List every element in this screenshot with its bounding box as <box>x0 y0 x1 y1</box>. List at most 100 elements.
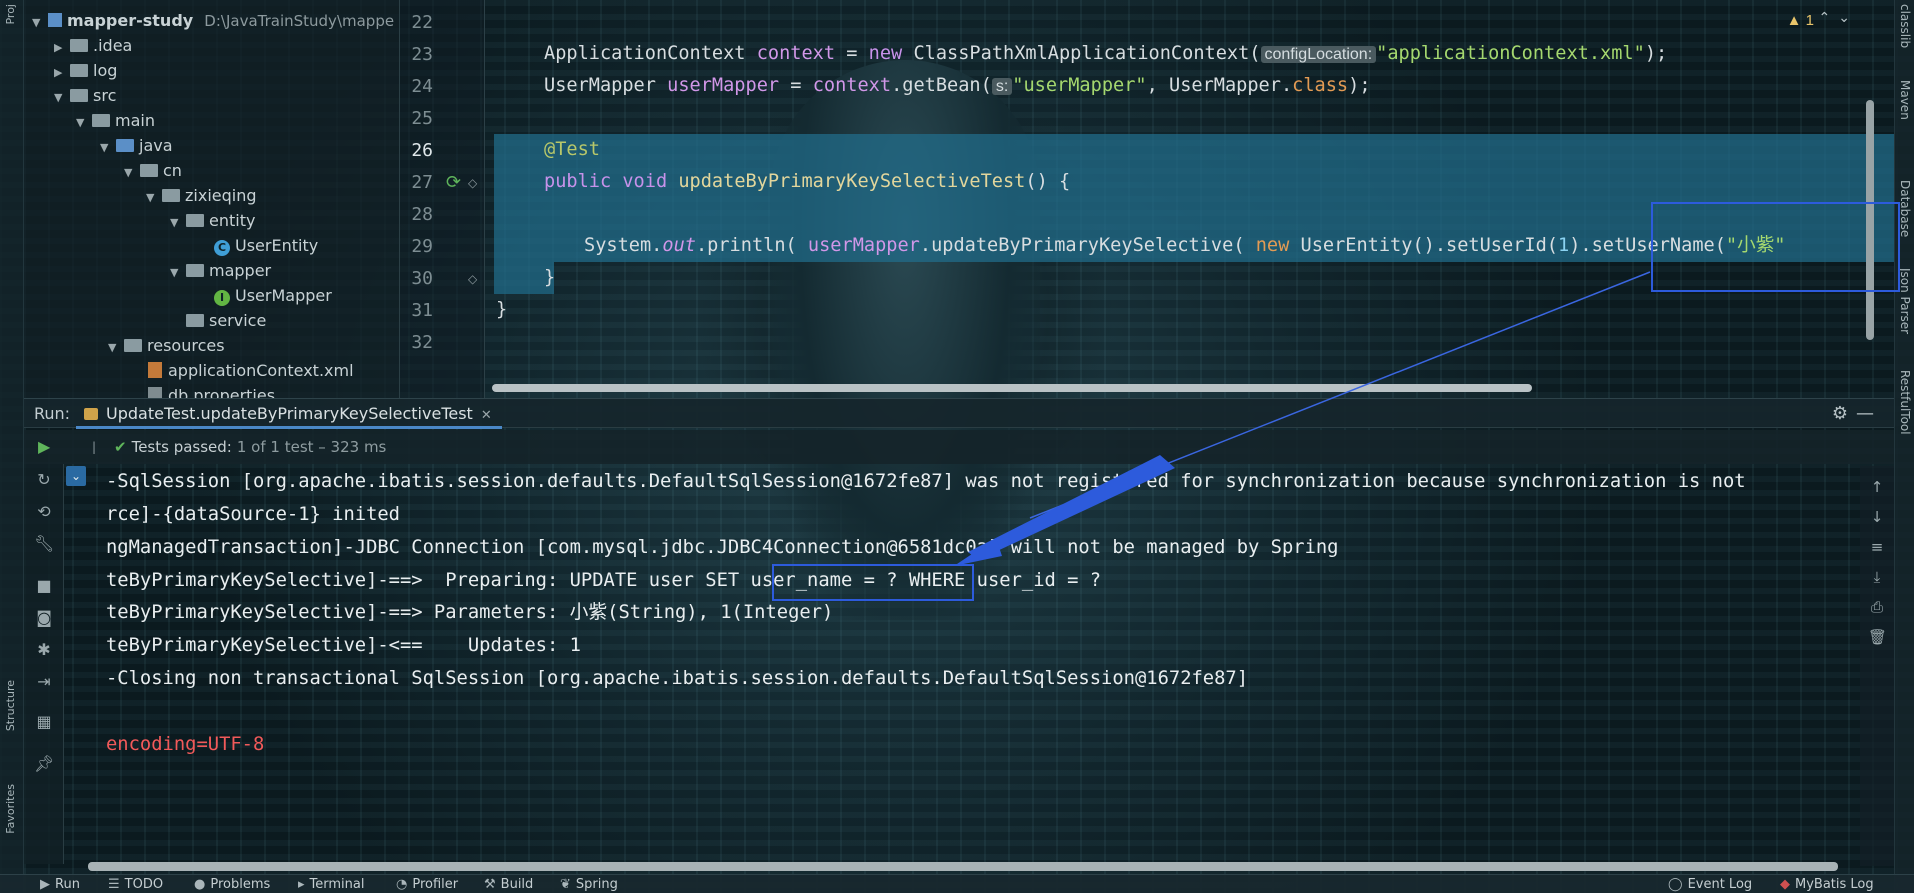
rerun-icon[interactable]: ▶ <box>38 430 50 464</box>
classlib-tool-button[interactable]: classlib <box>1898 4 1912 48</box>
run-test-gutter-icon[interactable]: ⟳ <box>446 172 461 193</box>
rerun-failed-icon[interactable]: ↻ <box>34 470 54 490</box>
chevron-down-icon[interactable]: ⌄ <box>1838 10 1858 26</box>
console-horizontal-scrollbar[interactable] <box>88 862 1838 871</box>
tree-row-zixieqing[interactable]: ▼ zixieqing <box>146 184 257 208</box>
line-number: 30 <box>411 268 433 289</box>
tree-row-cn[interactable]: ▼ cn <box>124 159 182 183</box>
code-line-26: @Test <box>544 139 600 160</box>
project-tool-button[interactable]: Proj <box>4 4 17 25</box>
tree-row-applicationcontext[interactable]: applicationContext.xml <box>146 359 354 383</box>
collapse-tree-button[interactable]: ⌄ <box>66 466 86 486</box>
tree-row-userentity[interactable]: C UserEntity <box>212 234 318 258</box>
source-folder-icon <box>116 139 134 152</box>
code-editor[interactable]: 22 23 24 25 26 27 28 29 30 31 32 ⟳ ◇ ◇ A… <box>400 0 1894 398</box>
separator-icon: | <box>92 440 97 454</box>
layout-icon[interactable]: ▦ <box>34 712 54 732</box>
pin-icon[interactable]: 📌︎ <box>34 754 54 774</box>
todo-tool-window-button[interactable]: ☰ TODO <box>108 875 163 893</box>
console-line: teByPrimaryKeySelective]-==> Parameters:… <box>106 602 834 623</box>
chevron-down-icon[interactable]: ▼ <box>108 336 122 360</box>
tree-label: applicationContext.xml <box>168 361 354 380</box>
resources-folder-icon <box>124 339 142 352</box>
chevron-down-icon[interactable]: ▼ <box>170 261 184 285</box>
line-number: 27 <box>411 172 433 193</box>
gear-icon[interactable]: ⚙ <box>1832 399 1848 429</box>
print-icon[interactable]: ⎙ <box>1868 598 1886 616</box>
exit-icon[interactable]: ⇥ <box>34 672 54 692</box>
chevron-right-icon[interactable]: ▶ <box>54 36 68 60</box>
parameter-hint: s: <box>991 78 1013 95</box>
soft-wrap-icon[interactable]: ≡ <box>1868 538 1886 556</box>
folder-icon <box>92 114 110 127</box>
favorites-tool-button[interactable]: Favorites <box>4 784 17 834</box>
tree-row-idea[interactable]: ▶ .idea <box>54 34 132 58</box>
trash-icon[interactable]: 🗑︎ <box>1868 628 1887 646</box>
json-parser-tool-button[interactable]: Json Parser <box>1898 268 1912 334</box>
wrench-icon[interactable]: 🔧︎ <box>34 534 54 554</box>
event-log-button[interactable]: ◯ Event Log <box>1668 875 1752 893</box>
tree-row-src[interactable]: ▼ src <box>54 84 116 108</box>
right-tool-strip: classlib Maven Database Json Parser Rest… <box>1894 0 1914 893</box>
camera-icon[interactable]: ◙ <box>34 608 54 628</box>
tree-row-service[interactable]: service <box>184 309 266 333</box>
warning-indicator[interactable]: ▲ 1 <box>1787 12 1814 29</box>
chevron-down-icon[interactable]: ▼ <box>54 86 68 110</box>
toggle-auto-test-icon[interactable]: ⟲ <box>34 502 54 522</box>
tests-detail: 1 of 1 test – 323 ms <box>236 438 387 456</box>
stop-icon[interactable]: ■ <box>34 576 54 596</box>
mybatis-log-button[interactable]: ◆ MyBatis Log <box>1780 875 1874 893</box>
fold-icon[interactable]: ◇ <box>468 176 477 190</box>
scroll-to-end-icon[interactable]: ⤓ <box>1868 568 1886 586</box>
tree-label: mapper <box>209 261 272 280</box>
build-tool-window-button[interactable]: ⚒ Build <box>484 875 533 893</box>
warning-icon: ▲ <box>1786 12 1802 29</box>
console-output[interactable]: -SqlSession [org.apache.ibatis.session.d… <box>88 466 1840 866</box>
tree-row-log[interactable]: ▶ log <box>54 59 117 83</box>
warning-navigation[interactable]: ⌃⌄ <box>1819 10 1858 26</box>
editor-horizontal-scrollbar[interactable] <box>492 384 1532 392</box>
bottom-label: Problems <box>210 877 271 892</box>
console-line: -SqlSession [org.apache.ibatis.session.d… <box>106 471 1746 492</box>
terminal-tool-window-button[interactable]: ▸ Terminal <box>298 875 364 893</box>
profiler-tool-window-button[interactable]: ◔ Profiler <box>396 875 458 893</box>
tree-row-module[interactable]: ▼ mapper-study D:\JavaTrainStudy\mappe <box>32 9 394 33</box>
chevron-down-icon[interactable]: ▼ <box>124 161 138 185</box>
restful-tool-button[interactable]: RestfulTool <box>1898 370 1912 435</box>
chevron-up-icon[interactable]: ⌃ <box>1819 10 1839 26</box>
maven-tool-button[interactable]: Maven <box>1898 80 1912 120</box>
close-icon[interactable]: ✕ <box>481 408 492 423</box>
run-tab[interactable]: UpdateTest.updateByPrimaryKeySelectiveTe… <box>76 399 502 429</box>
database-tool-button[interactable]: Database <box>1898 180 1912 237</box>
package-icon <box>186 214 204 227</box>
chevron-down-icon[interactable]: ▼ <box>146 186 160 210</box>
tree-row-mapper[interactable]: ▼ mapper <box>170 259 271 283</box>
chevron-down-icon[interactable]: ▼ <box>170 211 184 235</box>
arrow-down-icon[interactable]: ↓ <box>1868 508 1886 526</box>
chevron-right-icon[interactable]: ▶ <box>54 61 68 85</box>
debug-icon[interactable]: ✱ <box>34 640 54 660</box>
hide-panel-icon[interactable]: — <box>1856 399 1874 429</box>
fold-end-icon[interactable]: ◇ <box>468 272 477 286</box>
line-number: 24 <box>411 76 433 97</box>
chevron-down-icon[interactable]: ▼ <box>100 136 114 160</box>
terminal-icon: ▸ <box>298 877 305 892</box>
tree-row-main[interactable]: ▼ main <box>76 109 155 133</box>
bottom-label: Profiler <box>412 877 459 892</box>
problems-tool-window-button[interactable]: ● Problems <box>194 875 270 893</box>
tree-row-entity[interactable]: ▼ entity <box>170 209 255 233</box>
bottom-label: Build <box>500 877 534 892</box>
tree-row-resources[interactable]: ▼ resources <box>108 334 225 358</box>
spring-tool-window-button[interactable]: ❦ Spring <box>560 875 618 893</box>
chevron-down-icon[interactable]: ▼ <box>32 11 46 35</box>
structure-tool-button[interactable]: Structure <box>4 680 17 731</box>
arrow-up-icon[interactable]: ↑ <box>1868 478 1886 496</box>
tree-row-db-properties[interactable]: db.properties <box>146 384 275 398</box>
run-toolbar: ↻ ⟲ 🔧︎ ■ ◙ ✱ ⇥ ▦ 📌︎ <box>24 464 64 864</box>
tree-row-usermapper[interactable]: I UserMapper <box>212 284 332 308</box>
tests-passed-label: Tests passed: <box>131 438 232 456</box>
run-tool-window-button[interactable]: ▶ Run <box>40 875 80 893</box>
tree-row-java[interactable]: ▼ java <box>100 134 173 158</box>
tree-label: log <box>93 61 118 80</box>
chevron-down-icon[interactable]: ▼ <box>76 111 90 135</box>
